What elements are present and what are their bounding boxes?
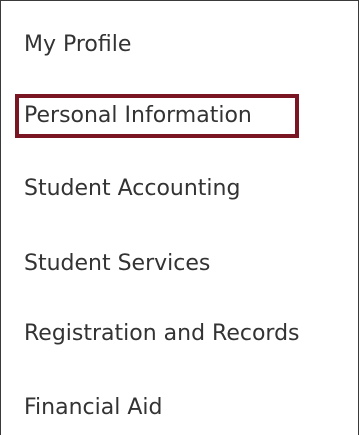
menu-item-student-accounting[interactable]: Student Accounting bbox=[24, 176, 240, 202]
menu-item-registration-and-records[interactable]: Registration and Records bbox=[24, 321, 300, 347]
menu-item-my-profile[interactable]: My Profile bbox=[24, 32, 131, 58]
navigation-menu: My Profile Personal Information Student … bbox=[0, 0, 359, 435]
menu-item-student-services[interactable]: Student Services bbox=[24, 251, 210, 277]
menu-item-financial-aid[interactable]: Financial Aid bbox=[24, 395, 162, 421]
menu-item-personal-information[interactable]: Personal Information bbox=[24, 103, 252, 129]
